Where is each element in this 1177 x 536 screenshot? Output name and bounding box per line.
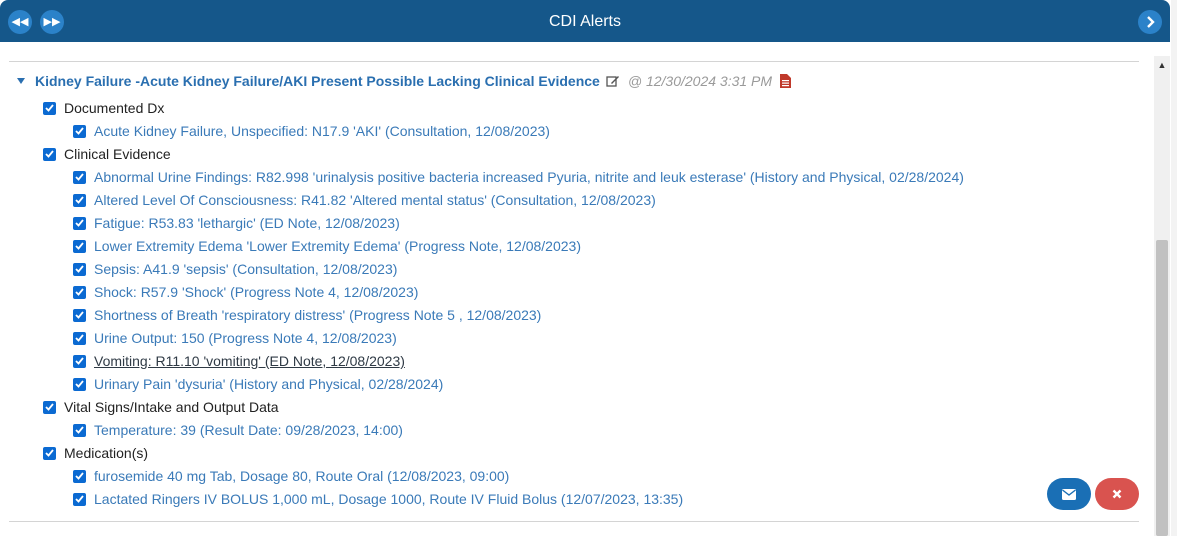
list-item[interactable]: Shock: R57.9 'Shock' (Progress Note 4, 1… — [73, 281, 418, 303]
evidence-link[interactable]: furosemide 40 mg Tab, Dosage 80, Route O… — [94, 468, 509, 484]
evidence-link[interactable]: Urine Output: 150 (Progress Note 4, 12/0… — [94, 330, 397, 346]
close-icon — [1112, 489, 1122, 499]
checkbox[interactable] — [73, 423, 86, 437]
alert-header[interactable]: Kidney Failure -Acute Kidney Failure/AKI… — [17, 70, 792, 92]
checkbox[interactable] — [43, 446, 56, 460]
list-item[interactable]: Temperature: 39 (Result Date: 09/28/2023… — [73, 419, 403, 441]
checkbox[interactable] — [73, 216, 86, 230]
checkbox[interactable] — [43, 400, 56, 414]
list-item[interactable]: furosemide 40 mg Tab, Dosage 80, Route O… — [73, 465, 509, 487]
email-button[interactable] — [1047, 478, 1091, 510]
evidence-link[interactable]: Temperature: 39 (Result Date: 09/28/2023… — [94, 422, 403, 438]
caret-down-icon[interactable] — [17, 78, 25, 84]
list-item[interactable]: Shortness of Breath 'respiratory distres… — [73, 304, 541, 326]
list-item[interactable]: Urinary Pain 'dysuria' (History and Phys… — [73, 373, 443, 395]
category-medications[interactable]: Medication(s) — [43, 442, 148, 464]
checkbox[interactable] — [73, 193, 86, 207]
checkbox[interactable] — [73, 354, 86, 368]
evidence-link[interactable]: Shortness of Breath 'respiratory distres… — [94, 307, 541, 323]
checkbox[interactable] — [73, 285, 86, 299]
scroll-thumb[interactable] — [1156, 240, 1168, 536]
list-item[interactable]: Acute Kidney Failure, Unspecified: N17.9… — [73, 120, 550, 142]
evidence-link[interactable]: Lower Extremity Edema 'Lower Extremity E… — [94, 238, 581, 254]
chevron-right-icon — [1147, 16, 1155, 28]
evidence-link[interactable]: Lactated Ringers IV BOLUS 1,000 mL, Dosa… — [94, 491, 683, 507]
alert-title[interactable]: Kidney Failure -Acute Kidney Failure/AKI… — [35, 73, 600, 89]
category-clinical-evidence[interactable]: Clinical Evidence — [43, 143, 171, 165]
evidence-link[interactable]: Altered Level Of Consciousness: R41.82 '… — [94, 192, 656, 208]
checkbox[interactable] — [73, 308, 86, 322]
list-item[interactable]: Sepsis: A41.9 'sepsis' (Consultation, 12… — [73, 258, 397, 280]
category-documented-dx[interactable]: Documented Dx — [43, 97, 164, 119]
evidence-link[interactable]: Acute Kidney Failure, Unspecified: N17.9… — [94, 123, 550, 139]
title-bar: ◀◀ ▶▶ CDI Alerts — [0, 0, 1170, 42]
list-item[interactable]: Abnormal Urine Findings: R82.998 'urinal… — [73, 166, 964, 188]
evidence-link[interactable]: Sepsis: A41.9 'sepsis' (Consultation, 12… — [94, 261, 397, 277]
divider-bottom — [9, 521, 1139, 522]
checkbox[interactable] — [43, 101, 56, 115]
scrollbar[interactable]: ▲ — [1154, 56, 1170, 536]
scroll-up-icon[interactable]: ▲ — [1154, 56, 1170, 74]
checkbox[interactable] — [73, 331, 86, 345]
list-item[interactable]: Urine Output: 150 (Progress Note 4, 12/0… — [73, 327, 397, 349]
evidence-link[interactable]: Shock: R57.9 'Shock' (Progress Note 4, 1… — [94, 284, 418, 300]
category-label: Medication(s) — [64, 445, 149, 461]
list-item[interactable]: Fatigue: R53.83 'lethargic' (ED Note, 12… — [73, 212, 400, 234]
divider-top — [9, 61, 1139, 62]
evidence-link[interactable]: Fatigue: R53.83 'lethargic' (ED Note, 12… — [94, 215, 400, 231]
evidence-link[interactable]: Abnormal Urine Findings: R82.998 'urinal… — [94, 169, 964, 185]
category-label: Documented Dx — [64, 100, 165, 116]
list-item[interactable]: Vomiting: R11.10 'vomiting' (ED Note, 12… — [73, 350, 405, 372]
list-item[interactable]: Lower Extremity Edema 'Lower Extremity E… — [73, 235, 581, 257]
evidence-link[interactable]: Urinary Pain 'dysuria' (History and Phys… — [94, 376, 443, 392]
checkbox[interactable] — [73, 124, 86, 138]
list-item[interactable]: Altered Level Of Consciousness: R41.82 '… — [73, 189, 656, 211]
checkbox[interactable] — [73, 170, 86, 184]
next-button[interactable] — [1138, 10, 1162, 34]
envelope-icon — [1062, 488, 1076, 500]
checkbox[interactable] — [73, 492, 86, 506]
category-vital-signs[interactable]: Vital Signs/Intake and Output Data — [43, 396, 279, 418]
checkbox[interactable] — [73, 262, 86, 276]
checkbox[interactable] — [73, 239, 86, 253]
edit-icon[interactable] — [606, 75, 620, 88]
checkbox[interactable] — [43, 147, 56, 161]
document-icon[interactable] — [780, 74, 792, 88]
category-label: Vital Signs/Intake and Output Data — [64, 399, 279, 415]
checkbox[interactable] — [73, 469, 86, 483]
close-button[interactable] — [1095, 478, 1139, 510]
window-edge — [1171, 0, 1177, 536]
alert-date: @ 12/30/2024 3:31 PM — [627, 73, 773, 89]
page-title: CDI Alerts — [548, 13, 621, 30]
checkbox[interactable] — [73, 377, 86, 391]
category-label: Clinical Evidence — [64, 146, 171, 162]
list-item[interactable]: Lactated Ringers IV BOLUS 1,000 mL, Dosa… — [73, 488, 683, 510]
evidence-link-hovered[interactable]: Vomiting: R11.10 'vomiting' (ED Note, 12… — [94, 353, 405, 369]
